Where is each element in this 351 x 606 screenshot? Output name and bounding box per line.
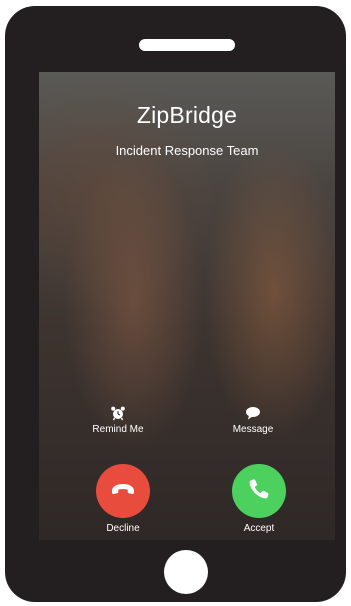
phone-hangup-icon: [109, 475, 137, 508]
message-button[interactable]: Message: [208, 405, 298, 435]
speech-bubble-icon: [208, 405, 298, 421]
caller-name: ZipBridge: [136, 102, 238, 128]
remind-me-label: Remind Me: [92, 424, 144, 435]
phone-icon: [246, 476, 272, 507]
accept-label: Accept: [243, 523, 275, 534]
speaker-grille: [139, 39, 235, 51]
incoming-call-screen: ZipBridge Incident Response Team Remind …: [39, 72, 335, 540]
decline-label: Decline: [106, 523, 140, 534]
alarm-clock-icon: [73, 405, 163, 421]
accept-button[interactable]: [232, 464, 286, 518]
phone-frame: ZipBridge Incident Response Team Remind …: [5, 6, 346, 602]
caller-subtitle: Incident Response Team: [115, 143, 259, 158]
message-label: Message: [232, 424, 274, 435]
home-button[interactable]: [164, 550, 208, 594]
remind-me-button[interactable]: Remind Me: [73, 405, 163, 435]
decline-button[interactable]: [96, 464, 150, 518]
